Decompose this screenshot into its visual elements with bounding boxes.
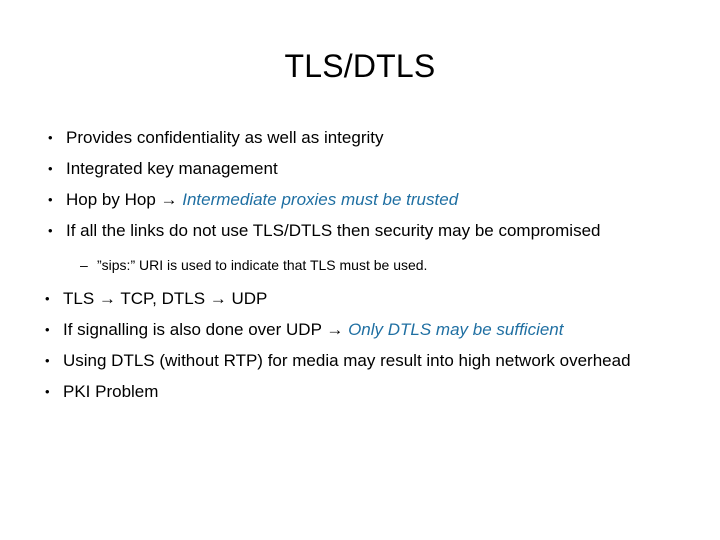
page-title: TLS/DTLS [284,48,436,84]
bullet-icon: • [45,291,50,306]
bullet-list-lower: • TLS → TCP, DTLS → UDP • If signalling … [0,283,720,407]
bullet-icon: • [45,322,50,337]
list-item-accent: Only DTLS may be sufficient [348,320,564,339]
list-item-text-middle: TCP, DTLS [115,289,210,308]
list-item-label: PKI Problem [63,376,720,407]
list-item: • Integrated key management [48,153,720,184]
list-item-label: If all the links do not use TLS/DTLS the… [66,215,720,246]
right-arrow-icon: → [326,320,344,339]
list-item: • Using DTLS (without RTP) for media may… [45,345,720,376]
list-item-text: If all the links do not use TLS/DTLS the… [66,221,601,240]
list-item-text: Hop by Hop [66,190,161,209]
list-item: • If all the links do not use TLS/DTLS t… [48,215,720,246]
list-item-text: PKI Problem [63,382,159,401]
slide-canvas: TLS/DTLS • Provides confidentiality as w… [0,0,720,540]
bullet-icon: • [48,223,53,238]
bullet-icon: • [45,384,50,399]
list-item-text: TLS [63,289,99,308]
list-item-text-after: UDP [226,289,268,308]
slide-body: • Provides confidentiality as well as in… [0,122,720,407]
list-item-label: Using DTLS (without RTP) for media may r… [63,345,720,376]
right-arrow-icon: → [209,289,227,308]
dash-icon: – [80,257,88,273]
list-item: • Hop by Hop → Intermediate proxies must… [48,184,720,215]
list-item-label: Integrated key management [66,153,720,184]
list-item: • Provides confidentiality as well as in… [48,122,720,153]
list-item: • If signalling is also done over UDP → … [45,314,720,345]
list-item-text: Integrated key management [66,159,278,178]
bullet-icon: • [48,192,53,207]
list-item-label: If signalling is also done over UDP → On… [63,314,720,345]
list-item-text: Using DTLS (without RTP) for media may r… [63,351,631,370]
list-item-text: If signalling is also done over UDP [63,320,327,339]
right-arrow-icon: → [160,190,178,209]
right-arrow-icon: → [98,289,116,308]
sub-list-item: – ”sips:” URI is used to indicate that T… [80,252,720,278]
list-item-label: Provides confidentiality as well as inte… [66,122,720,153]
list-item-text: Provides confidentiality as well as inte… [66,128,384,147]
sub-list-item-label: ”sips:” URI is used to indicate that TLS… [97,257,428,273]
bullet-icon: • [48,161,53,176]
bullet-list-sub: – ”sips:” URI is used to indicate that T… [0,252,720,278]
list-item: • TLS → TCP, DTLS → UDP [45,283,720,314]
list-item-label: TLS → TCP, DTLS → UDP [63,283,720,314]
bullet-list-upper: • Provides confidentiality as well as in… [0,122,720,246]
bullet-icon: • [48,130,53,145]
list-item: • PKI Problem [45,376,720,407]
bullet-icon: • [45,353,50,368]
list-item-label: Hop by Hop → Intermediate proxies must b… [66,184,720,215]
list-item-accent: Intermediate proxies must be trusted [182,190,459,209]
